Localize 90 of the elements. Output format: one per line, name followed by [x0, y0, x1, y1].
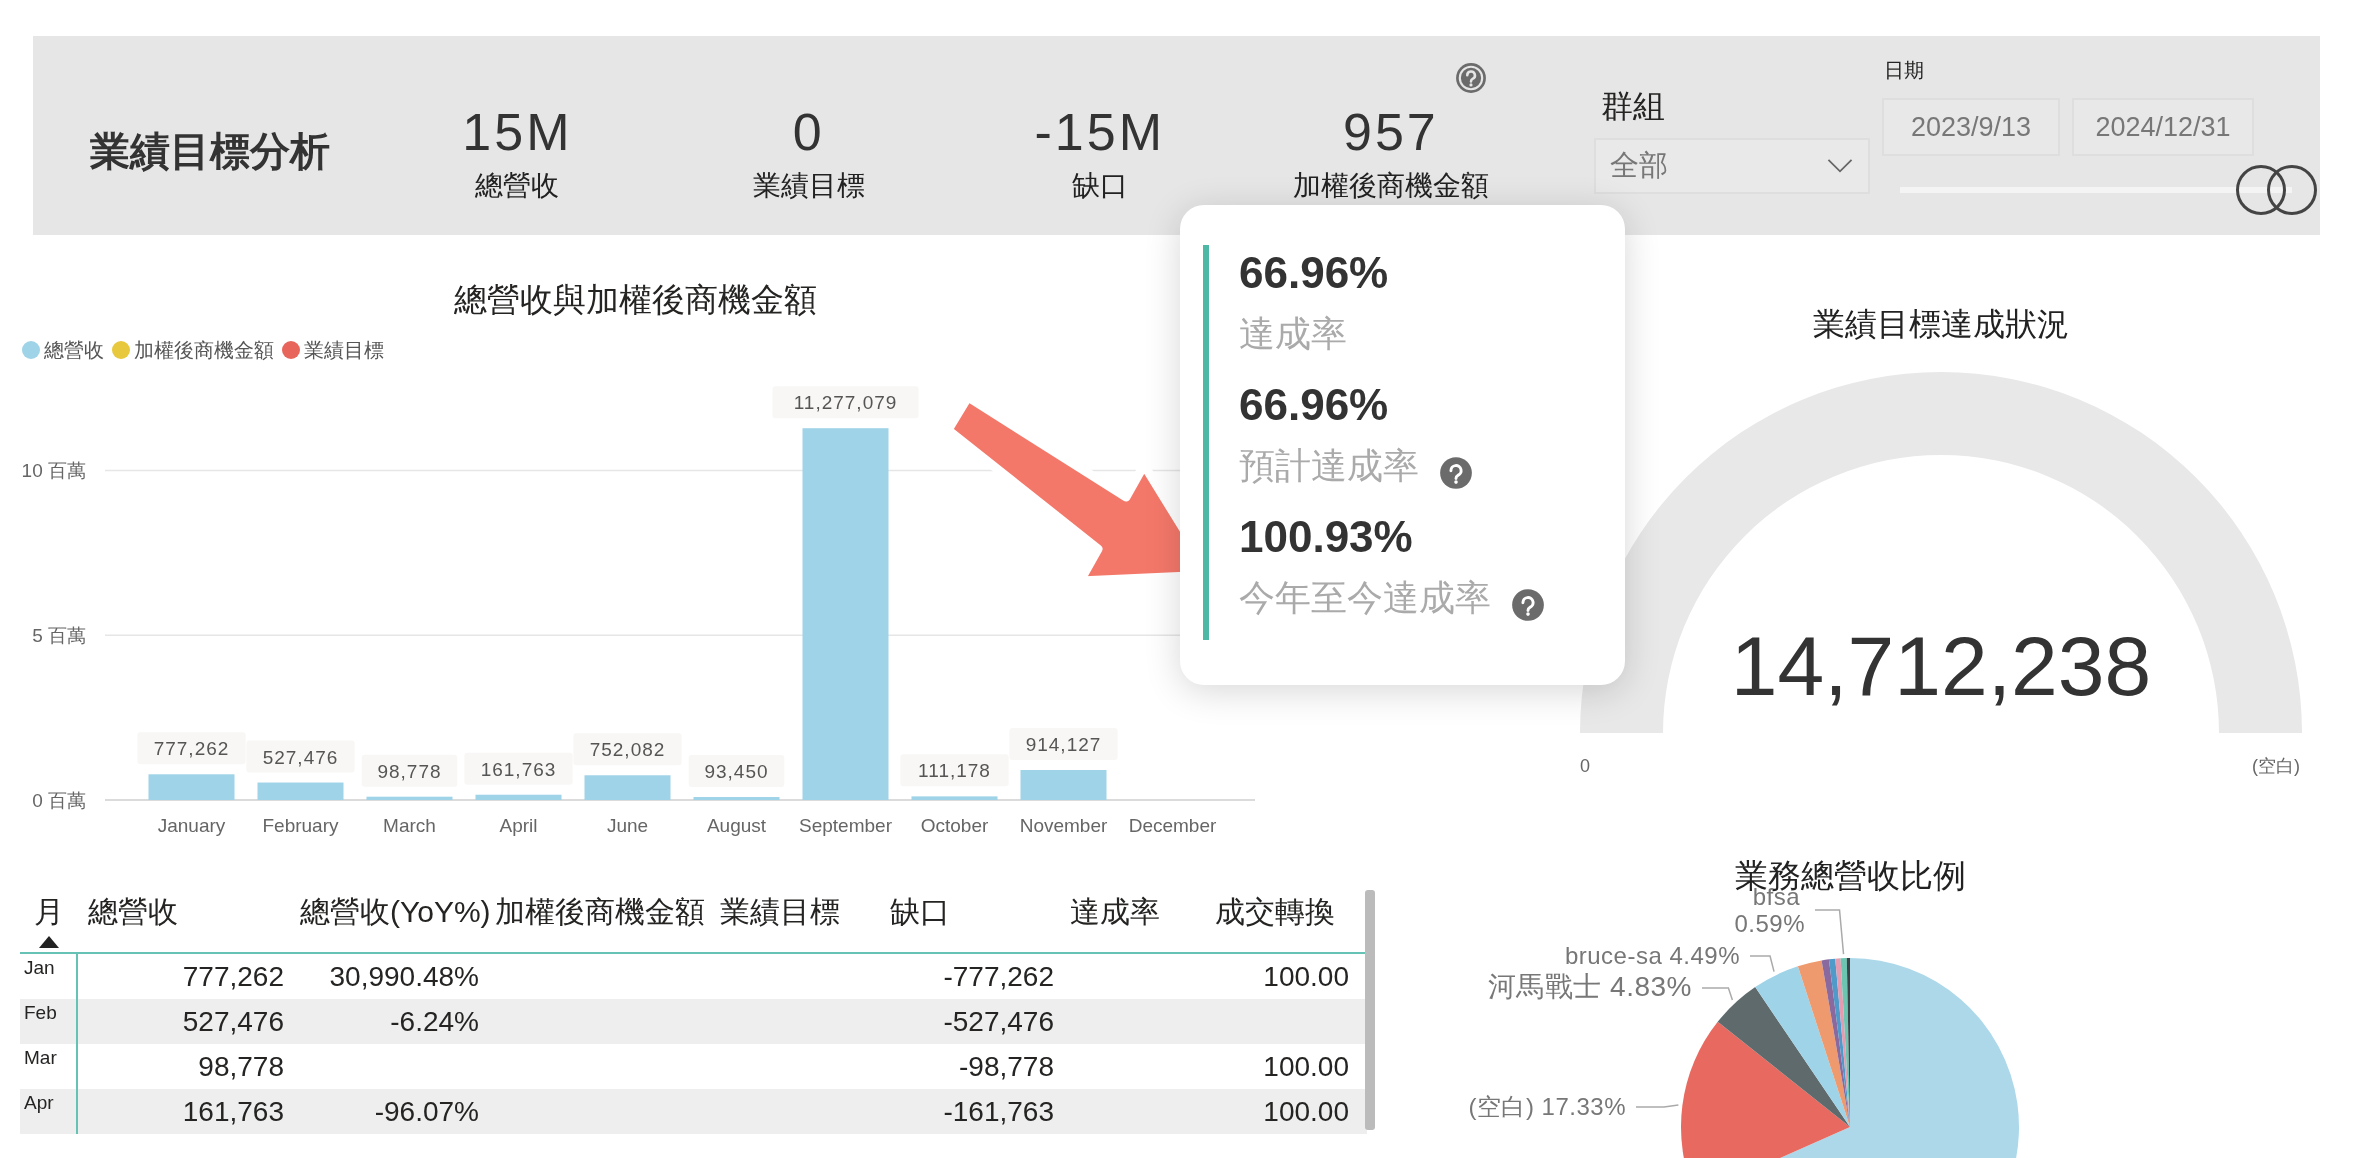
axis-label: 0 百萬	[32, 790, 86, 811]
column-header[interactable]: 達成率	[1070, 890, 1160, 934]
month-cell: Apr	[24, 1092, 54, 1113]
table-cell: 777,262	[182, 961, 284, 992]
legend-label: 總營收	[44, 337, 104, 363]
leader-line	[1701, 987, 1734, 1001]
table-cell: 30,990.48%	[329, 961, 479, 992]
slice-label: (空白) 17.33%	[1468, 1093, 1626, 1120]
table-cell: 527,476	[182, 1006, 284, 1037]
kpi-value: 15M	[461, 102, 574, 163]
axis-label: April	[499, 815, 538, 836]
data-label: 161,763	[480, 758, 557, 780]
axis-label: June	[606, 815, 649, 836]
axis-label: November	[1019, 815, 1108, 836]
slice-label: 河馬戰士 4.83%	[1487, 971, 1692, 1002]
help-icon[interactable]	[1439, 456, 1473, 490]
data-label: 98,778	[377, 760, 442, 782]
report-title: 業績目標分析	[90, 128, 331, 175]
axis-label: September	[799, 815, 892, 836]
axis-label: 10 百萬	[21, 460, 86, 482]
month-cell: Feb	[24, 1002, 57, 1023]
tooltip-label: 今年至今達成率	[1239, 575, 1491, 620]
axis-label: August	[706, 815, 767, 836]
gauge-min-label: 0	[1580, 756, 1590, 776]
tooltip-label: 預計達成率	[1239, 443, 1419, 488]
column-header[interactable]: 成交轉換	[1215, 890, 1335, 934]
kpi-label: 總營收	[474, 169, 561, 203]
kpi-value: 0	[791, 102, 826, 163]
gauge-max-label: (空白)	[2252, 756, 2300, 776]
table-cell: 100.00	[1263, 1096, 1349, 1127]
tooltip-value: 100.93%	[1239, 511, 1414, 563]
data-label: 527,476	[262, 746, 339, 768]
table-cell: 98,778	[198, 1051, 284, 1082]
kpi-label: 缺口	[1070, 169, 1129, 203]
column-header[interactable]: 月	[34, 890, 64, 934]
help-icon[interactable]	[1455, 62, 1487, 94]
start-date-field[interactable]: 2023/9/13	[1882, 98, 2060, 156]
slider-thumb[interactable]	[2235, 165, 2286, 215]
leader-line	[1814, 909, 1845, 955]
column-header[interactable]: 總營收	[88, 890, 178, 934]
chart-title: 業績目標達成狀況	[1813, 306, 2069, 342]
table-cell: 100.00	[1263, 1051, 1349, 1082]
filter-label: 日期	[1884, 58, 1925, 83]
chevron-down-icon	[1826, 158, 1854, 174]
help-icon[interactable]	[1511, 588, 1545, 622]
tooltip-label: 達成率	[1239, 311, 1347, 356]
table-cell: -161,763	[943, 1096, 1054, 1127]
axis-label: March	[383, 815, 436, 836]
filter-label: 群組	[1601, 87, 1666, 126]
column-header[interactable]: 加權後商機金額	[495, 890, 705, 934]
scrollbar[interactable]	[1365, 890, 1375, 1130]
table-cell: 161,763	[182, 1096, 284, 1127]
data-label: 914,127	[1025, 734, 1102, 755]
data-label: 11,277,079	[793, 392, 898, 414]
kpi-label: 加權後商機金額	[1291, 169, 1490, 203]
legend-label: 業績目標	[304, 337, 384, 363]
kpi-value: 957	[1342, 102, 1440, 163]
group-dropdown[interactable]: 全部	[1594, 138, 1870, 194]
table-cell: -527,476	[943, 1006, 1054, 1037]
table-cell: -6.24%	[390, 1006, 479, 1037]
slice-label: bruce-sa 4.49%	[1564, 942, 1740, 969]
axis-label: October	[920, 815, 989, 836]
month-cell: Mar	[24, 1047, 57, 1068]
column-header[interactable]: 總營收(YoY%)	[300, 890, 491, 934]
month-cell: Jan	[24, 957, 55, 978]
tooltip-value: 66.96%	[1239, 247, 1390, 299]
table-cell: 100.00	[1263, 961, 1349, 992]
legend-label: 加權後商機金額	[134, 337, 274, 363]
data-label: 93,450	[704, 761, 769, 783]
kpi-value: -15M	[1033, 102, 1166, 163]
table-cell: -98,778	[959, 1051, 1054, 1082]
axis-label: February	[262, 815, 339, 836]
slider-thumb[interactable]	[2267, 165, 2317, 215]
data-label: 752,082	[589, 739, 666, 761]
gauge-value: 14,712,238	[1730, 619, 2152, 713]
table-cell: -777,262	[943, 961, 1054, 992]
data-label: 111,178	[918, 760, 991, 782]
leader-line	[1749, 955, 1775, 973]
end-date-field[interactable]: 2024/12/31	[2072, 98, 2254, 156]
axis-label: 5 百萬	[32, 625, 86, 647]
table-cell: -96.07%	[374, 1096, 479, 1127]
axis-label: January	[157, 815, 226, 836]
data-label: 777,262	[153, 738, 230, 760]
leader-line	[1635, 1104, 1680, 1108]
slice-value: 0.59%	[1734, 910, 1805, 937]
axis-label: December	[1128, 815, 1217, 836]
kpi-label: 業績目標	[751, 169, 866, 203]
column-header[interactable]: 業績目標	[720, 890, 840, 934]
column-header[interactable]: 缺口	[890, 890, 950, 934]
tooltip-value: 66.96%	[1239, 379, 1390, 431]
